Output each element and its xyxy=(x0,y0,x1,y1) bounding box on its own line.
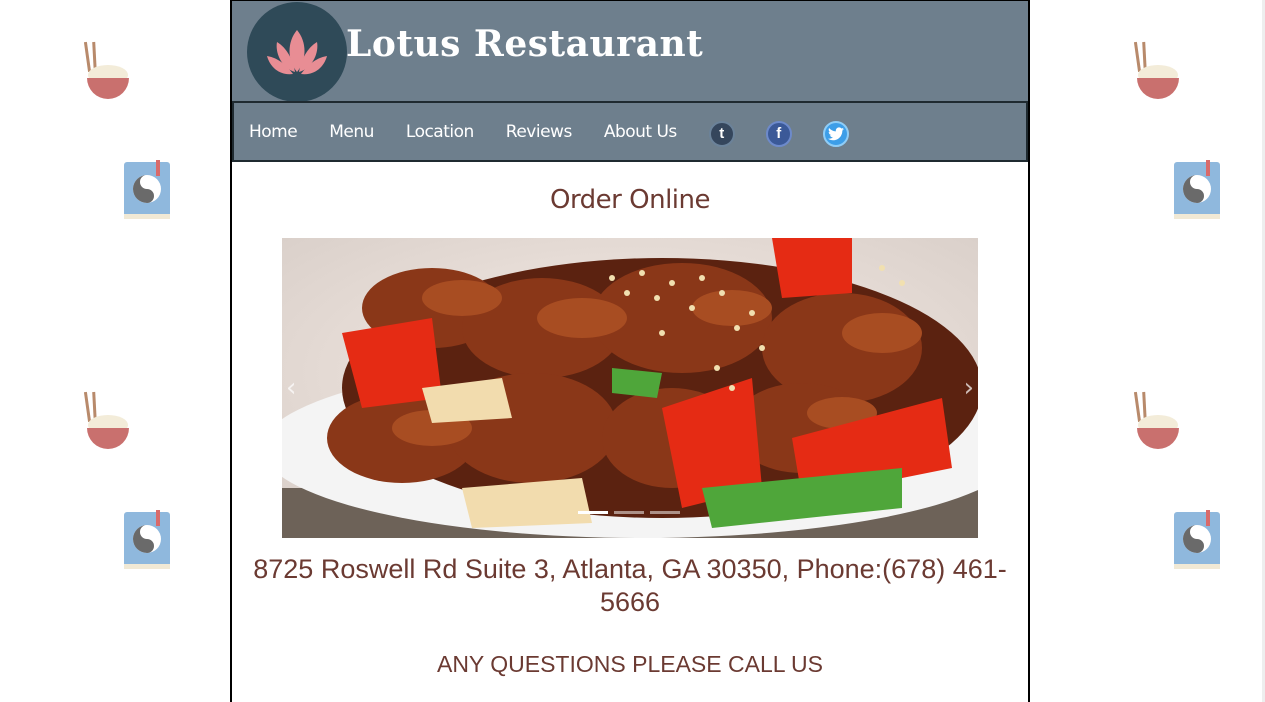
nav-about-us[interactable]: About Us xyxy=(604,122,677,142)
questions-callout: ANY QUESTIONS PLEASE CALL US xyxy=(436,651,824,677)
carousel-prev-arrow[interactable]: ‹ xyxy=(286,373,296,403)
carousel-indicators xyxy=(578,511,680,514)
facebook-icon[interactable]: f xyxy=(765,120,792,147)
rice-bowl-icon xyxy=(1132,40,1182,104)
rice-bowl-icon xyxy=(82,40,132,104)
nav-menu[interactable]: Menu xyxy=(329,122,374,142)
rice-bowl-icon xyxy=(82,390,132,454)
tumblr-icon[interactable]: t xyxy=(708,120,735,147)
yin-yang-book-icon xyxy=(122,510,172,574)
nav-home[interactable]: Home xyxy=(249,122,298,142)
restaurant-address: 8725 Roswell Rd Suite 3, Atlanta, GA 303… xyxy=(253,554,1007,617)
carousel-indicator-1[interactable] xyxy=(578,511,608,514)
twitter-icon[interactable] xyxy=(822,120,849,147)
rice-bowl-icon xyxy=(1132,390,1182,454)
yin-yang-book-icon xyxy=(1172,510,1222,574)
food-carousel[interactable]: ‹ › xyxy=(282,238,978,538)
nav-reviews[interactable]: Reviews xyxy=(506,122,573,142)
site-header: Lotus Restaurant xyxy=(232,1,1028,102)
order-online-link[interactable]: Order Online xyxy=(232,185,1028,215)
nav-location[interactable]: Location xyxy=(406,122,474,142)
page-container: Lotus Restaurant Home Menu Location Revi… xyxy=(230,0,1030,702)
site-title[interactable]: Lotus Restaurant xyxy=(346,23,703,65)
sweet-and-sour-chicken-photo xyxy=(282,238,978,538)
carousel-next-arrow[interactable]: › xyxy=(964,373,974,403)
yin-yang-book-icon xyxy=(122,160,172,224)
carousel-indicator-2[interactable] xyxy=(614,511,644,514)
carousel-indicator-3[interactable] xyxy=(650,511,680,514)
lotus-logo-icon[interactable] xyxy=(247,2,347,102)
main-nav: Home Menu Location Reviews About Us t f xyxy=(232,101,1028,162)
yin-yang-book-icon xyxy=(1172,160,1222,224)
